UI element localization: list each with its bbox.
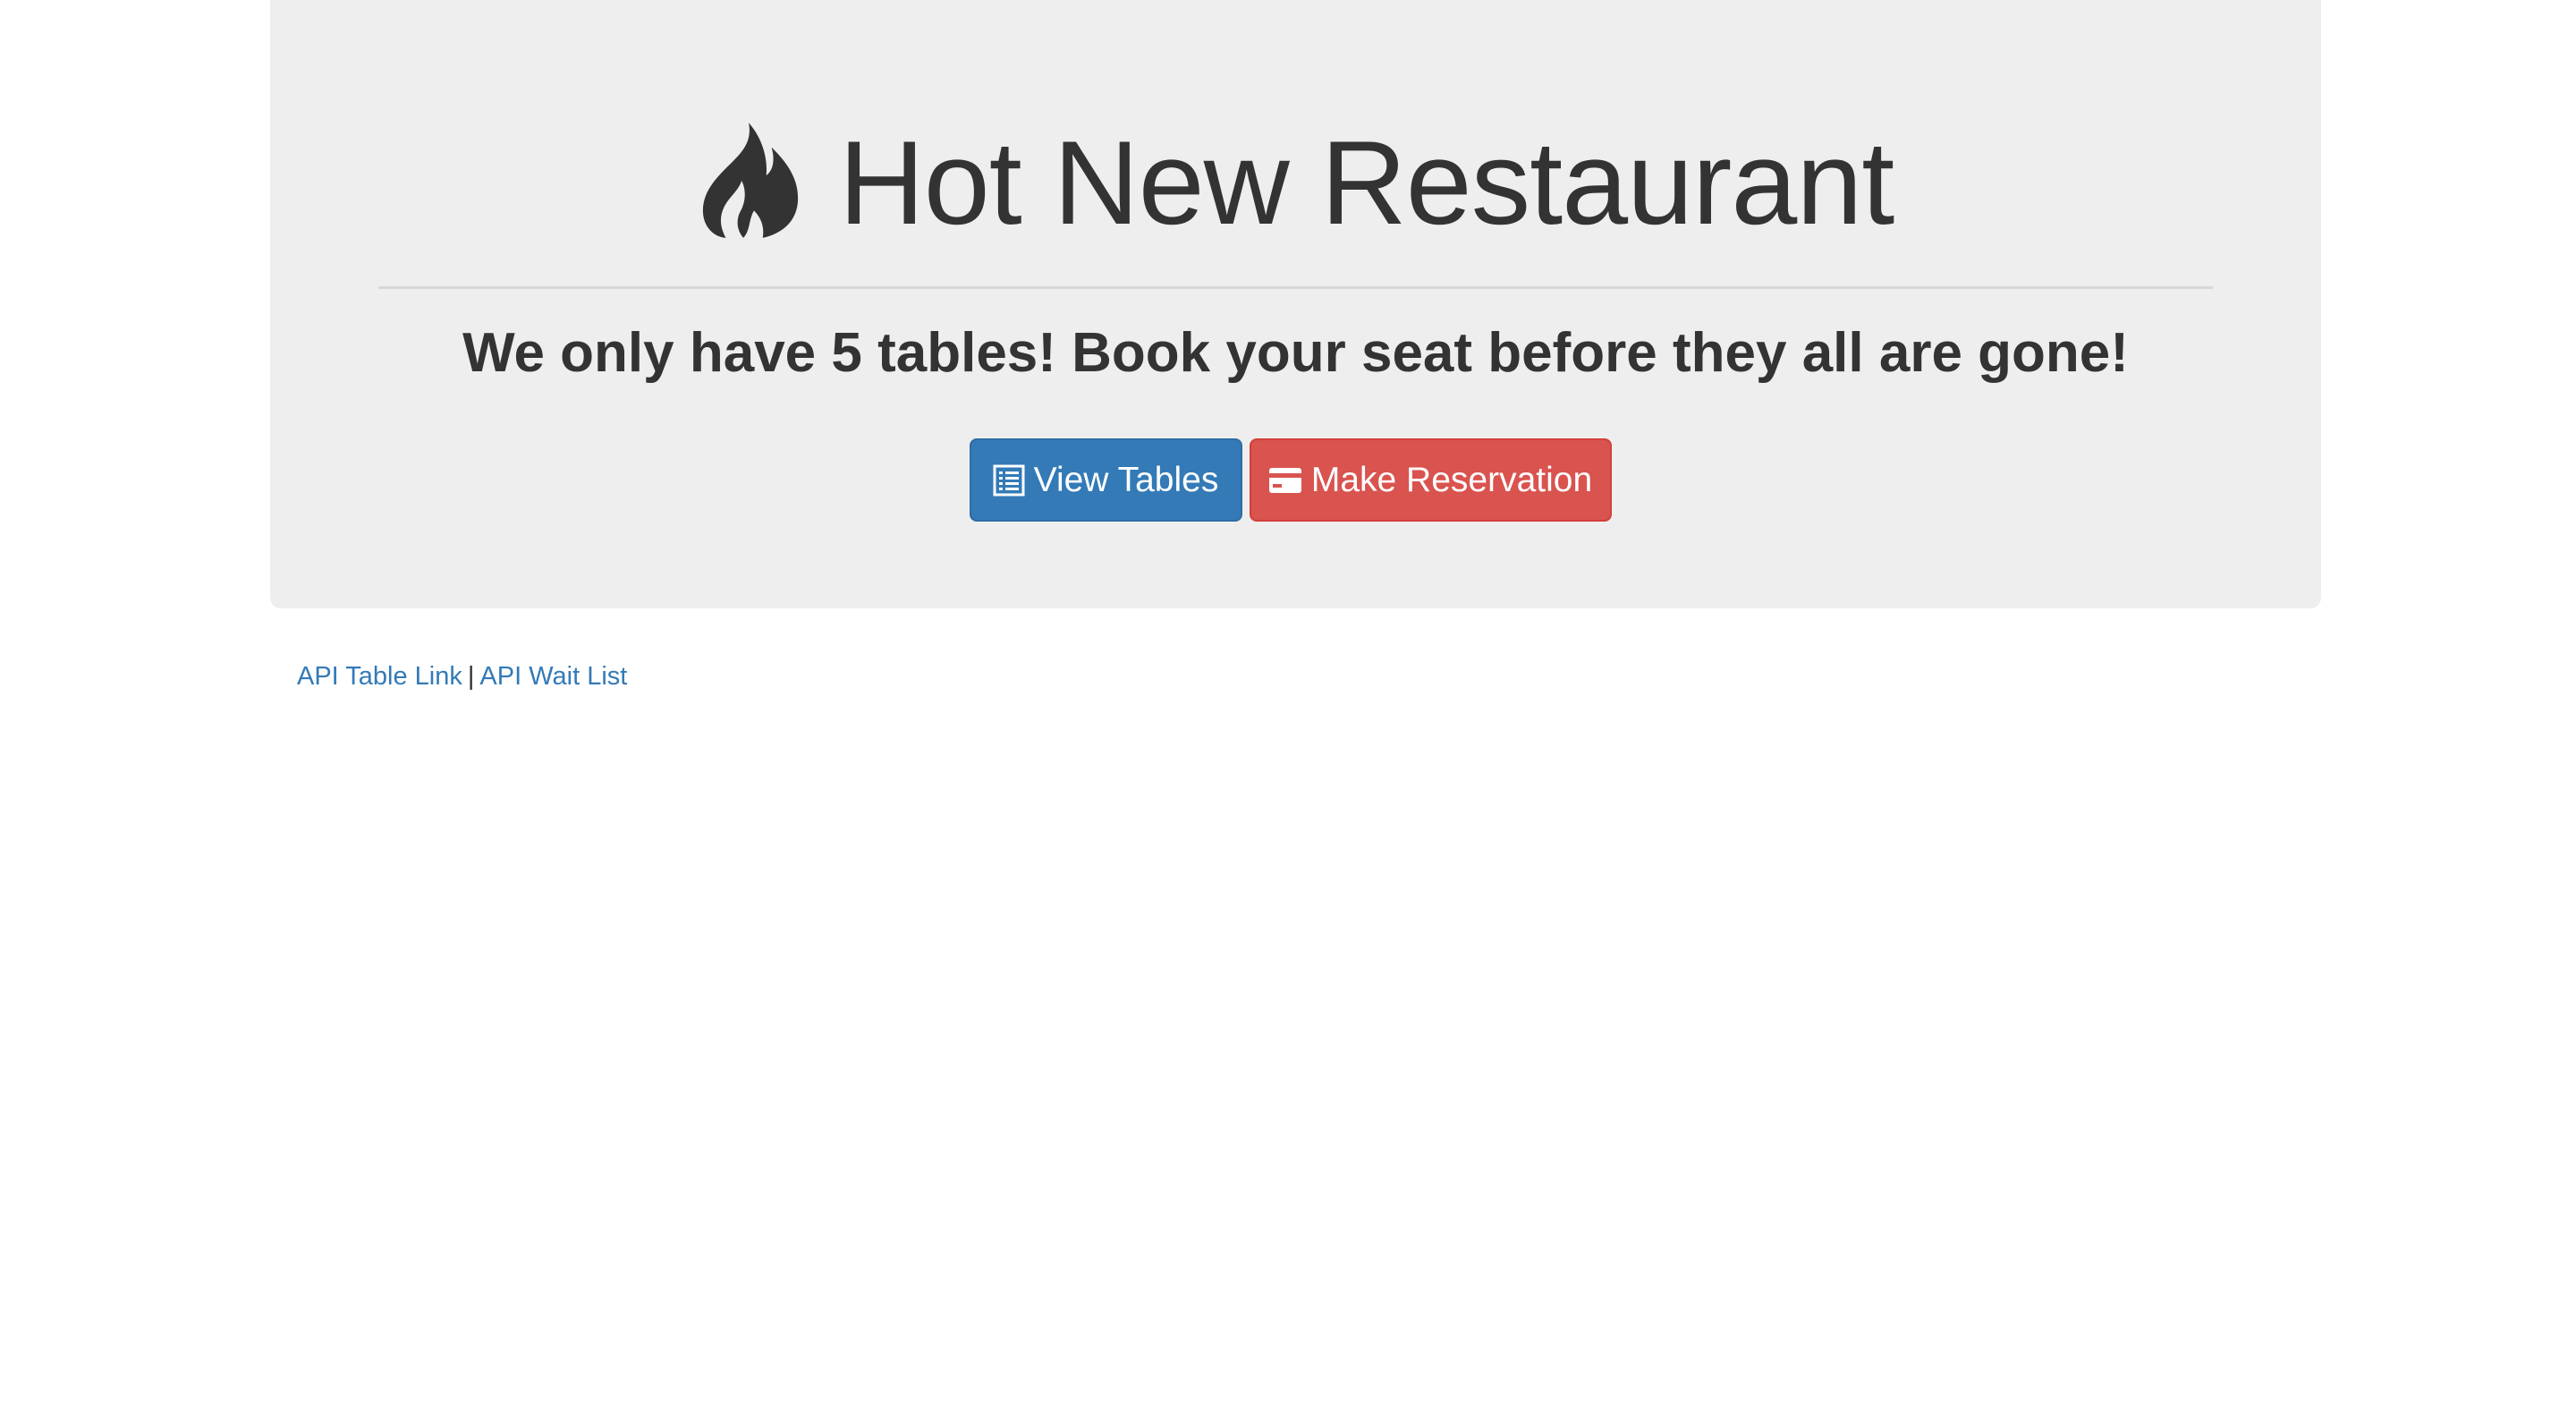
make-reservation-button[interactable]: Make Reservation (1249, 438, 1612, 522)
api-table-link[interactable]: API Table Link (297, 662, 462, 691)
title-divider (378, 286, 2213, 289)
page-subtitle: We only have 5 tables! Book your seat be… (462, 322, 2129, 384)
action-buttons: View Tables Make Reservation (270, 438, 2321, 522)
credit-card-icon (1268, 467, 1301, 493)
view-tables-button[interactable]: View Tables (969, 438, 1242, 522)
page-title: Hot New Restaurant (838, 116, 1895, 250)
view-tables-label: View Tables (1033, 460, 1219, 499)
jumbotron: Hot New Restaurant We only have 5 tables… (270, 0, 2321, 608)
link-separator: | (467, 662, 475, 691)
fire-icon (702, 123, 798, 238)
list-icon (993, 464, 1025, 496)
api-wait-list-link[interactable]: API Wait List (479, 662, 627, 691)
make-reservation-label: Make Reservation (1310, 460, 1593, 499)
api-links: API Table Link | API Wait List (297, 662, 627, 692)
page-title-row: Hot New Restaurant (270, 107, 2321, 259)
